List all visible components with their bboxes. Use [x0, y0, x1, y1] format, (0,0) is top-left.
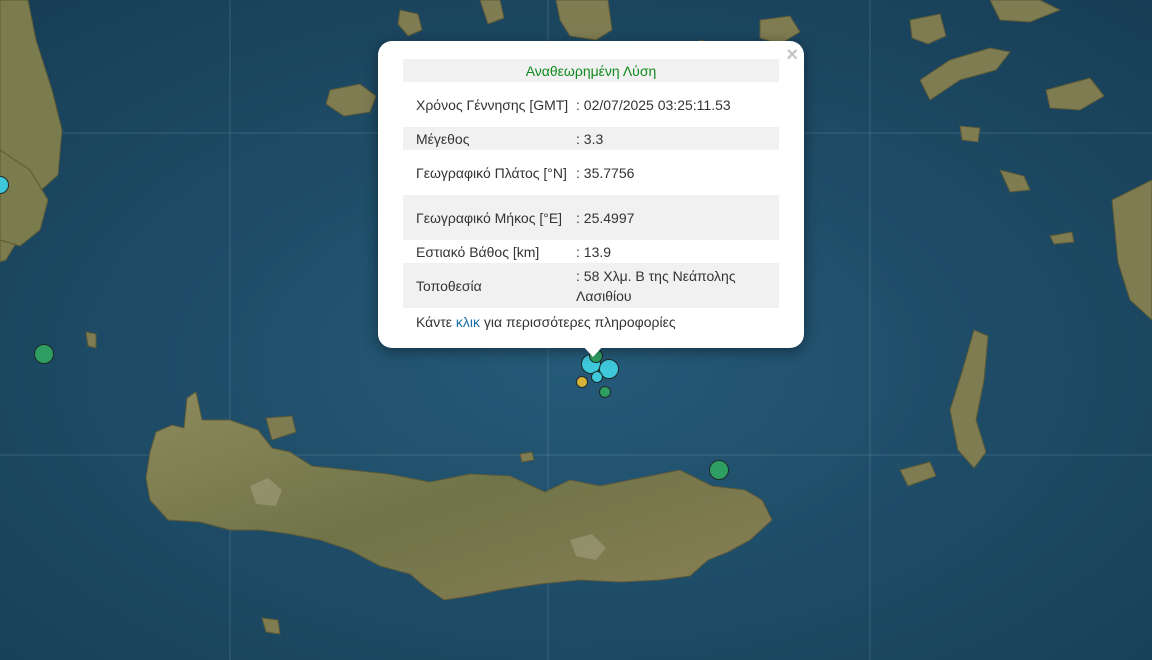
more-info-prefix: Κάντε [416, 314, 456, 330]
more-info-text: Κάντε κλικ για περισσότερες πληροφορίες [403, 308, 779, 334]
table-row: Μέγεθος : 3.3 [403, 127, 779, 150]
earthquake-marker[interactable] [34, 344, 54, 364]
popup-title-row: Αναθεωρημένη Λύση [403, 59, 779, 82]
row-value: : 35.7756 [576, 164, 635, 181]
earthquake-popup: × Αναθεωρημένη Λύση Χρόνος Γέννησης [GMT… [378, 41, 804, 348]
row-label: Χρόνος Γέννησης [GMT] [416, 96, 569, 113]
table-row: Χρόνος Γέννησης [GMT] : 02/07/2025 03:25… [403, 82, 779, 127]
row-value: : 25.4997 [576, 209, 635, 226]
earthquake-marker[interactable] [599, 386, 611, 398]
row-value: : 02/07/2025 03:25:11.53 [576, 96, 731, 113]
row-value: : 13.9 [576, 243, 612, 260]
table-row: Εστιακό Βάθος [km] : 13.9 [403, 240, 779, 263]
row-value: : 58 Χλμ. Β της Νεάπολης Λασιθίου [576, 267, 736, 304]
earthquake-marker[interactable] [591, 371, 603, 383]
close-icon[interactable]: × [786, 44, 798, 66]
row-label: Μέγεθος [416, 130, 470, 147]
row-label: Γεωγραφικό Πλάτος [°N] [416, 164, 567, 181]
row-label: Γεωγραφικό Μήκος [°E] [416, 209, 563, 226]
earthquake-marker[interactable] [709, 460, 729, 480]
row-value: : 3.3 [576, 130, 604, 147]
table-row: Γεωγραφικό Πλάτος [°N] : 35.7756 [403, 150, 779, 195]
earthquake-marker[interactable] [576, 376, 588, 388]
popup-tip [582, 345, 604, 357]
more-info-link[interactable]: κλικ [456, 314, 480, 330]
popup-details-table: Αναθεωρημένη Λύση Χρόνος Γέννησης [GMT] … [403, 59, 779, 334]
popup-title: Αναθεωρημένη Λύση [525, 62, 657, 79]
table-row: Γεωγραφικό Μήκος [°E] : 25.4997 [403, 195, 779, 240]
row-label: Εστιακό Βάθος [km] [416, 243, 540, 260]
more-info-row: Κάντε κλικ για περισσότερες πληροφορίες [403, 308, 779, 334]
table-row: Τοποθεσία : 58 Χλμ. Β της Νεάπολης Λασιθ… [403, 263, 779, 308]
more-info-suffix: για περισσότερες πληροφορίες [480, 314, 676, 330]
row-label: Τοποθεσία [416, 277, 482, 294]
